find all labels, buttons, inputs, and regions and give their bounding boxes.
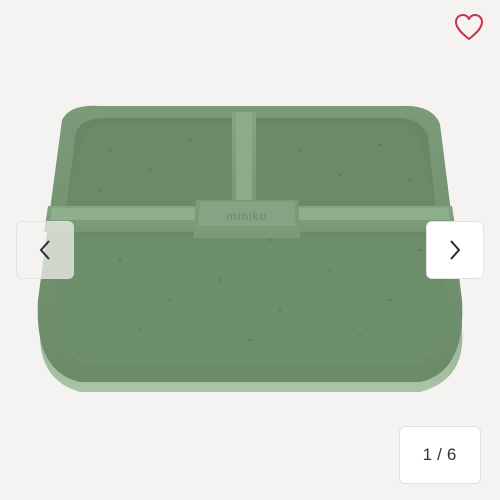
image-pager: 1 / 6	[399, 426, 481, 484]
compartment-top-left	[66, 124, 232, 206]
favorite-button[interactable]	[452, 10, 486, 44]
chevron-left-icon	[39, 240, 50, 260]
pager-total: 6	[446, 445, 458, 464]
compartment-top-right	[256, 124, 434, 206]
heart-outline-icon	[455, 14, 483, 40]
previous-image-button[interactable]	[16, 221, 74, 279]
pager-current: 1	[422, 445, 434, 464]
product-image: miniko	[37, 105, 463, 392]
plate-logo-text: miniko	[227, 209, 268, 223]
product-image-gallery: miniko 1 / 6	[0, 0, 500, 500]
next-image-button[interactable]	[426, 221, 484, 279]
pager-separator: /	[437, 445, 443, 464]
chevron-right-icon	[450, 240, 461, 260]
